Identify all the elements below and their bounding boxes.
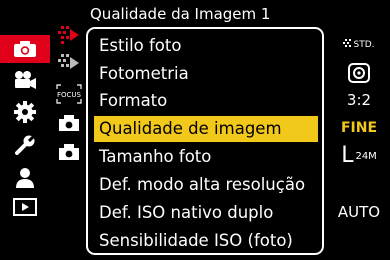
gear-icon [14, 101, 36, 123]
playback-icon [13, 198, 37, 216]
menu-item-aspect-ratio[interactable]: Formato [94, 88, 318, 114]
page-focus[interactable] [52, 50, 86, 76]
page-camera-3[interactable] [52, 139, 86, 165]
camera-page-icon-2 [59, 115, 79, 131]
photo-style-icon [343, 39, 352, 47]
menu-item-iso-sensitivity[interactable]: Sensibilidade ISO (foto) [94, 228, 318, 254]
tab-playback[interactable] [0, 193, 50, 221]
values-column: STD. 3:2 FINE L 24M AUTO [328, 28, 390, 256]
tab-setup[interactable] [0, 131, 50, 159]
menu-item-photo-style[interactable]: Estilo foto [94, 33, 318, 59]
value-photo-style: STD. [328, 31, 390, 59]
menu-list: Estilo foto Fotometria Formato Qualidade… [86, 27, 324, 255]
value-image-quality: FINE [340, 120, 378, 136]
tab-camera[interactable] [0, 35, 50, 63]
value-picture-size: L 24M [341, 143, 377, 168]
tab-custom[interactable] [0, 98, 50, 126]
value-aspect-ratio: 3:2 [346, 91, 372, 109]
menu-item-dual-native-iso[interactable]: Def. ISO nativo duplo [94, 200, 318, 226]
page-title: Qualidade da Imagem 1 [90, 5, 271, 23]
camera-page-icon-3 [59, 144, 79, 160]
page-camera-2[interactable] [52, 110, 86, 136]
svg-text:FOCUS: FOCUS [57, 91, 82, 99]
wrench-icon [15, 134, 36, 155]
person-icon [16, 168, 34, 188]
menu-item-metering[interactable]: Fotometria [94, 61, 318, 87]
page-focus-label[interactable]: FOCUS [52, 81, 86, 107]
value-iso-sensitivity [328, 226, 390, 254]
image-quality-page-icon [58, 26, 79, 44]
menu-item-image-quality[interactable]: Qualidade de imagem [94, 116, 318, 142]
focus-page-icon [58, 54, 79, 69]
value-dual-native-iso: AUTO [337, 203, 381, 221]
tab-video[interactable] [0, 66, 50, 94]
video-camera-icon [15, 71, 36, 89]
page-image-quality[interactable] [52, 22, 86, 48]
page-icons: FOCUS [52, 0, 86, 260]
sidebar [0, 0, 50, 260]
value-metering [328, 59, 390, 87]
menu-item-picture-size[interactable]: Tamanho foto [94, 144, 318, 170]
metering-icon [348, 63, 370, 83]
value-high-res-mode [328, 170, 390, 198]
camera-icon [14, 41, 36, 57]
focus-label-icon: FOCUS [56, 84, 82, 104]
tab-my-menu[interactable] [0, 164, 50, 192]
menu-item-high-res-mode[interactable]: Def. modo alta resolução [94, 172, 318, 198]
